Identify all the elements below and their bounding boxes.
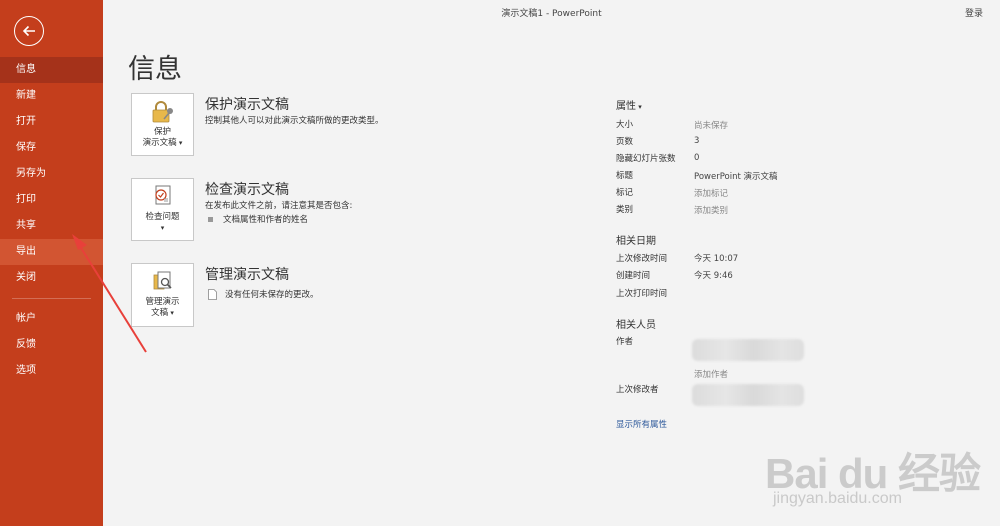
- prop-value-tags[interactable]: 添加标记: [694, 187, 728, 199]
- backstage-sidebar: 信息 新建 打开 保存 另存为 打印 共享 导出 关闭 帐户 反馈 选项: [0, 0, 103, 526]
- manage-button-line2: 文稿: [151, 308, 169, 318]
- prop-label-tags: 标记: [616, 188, 634, 198]
- add-author-link[interactable]: 添加作者: [694, 368, 728, 380]
- date-value-created: 今天 9:46: [694, 271, 733, 281]
- title-bar: 演示文稿1 - PowerPoint 登录: [103, 0, 1000, 24]
- manage-document-icon: [153, 271, 172, 290]
- prop-label-size: 大小: [616, 120, 634, 130]
- chevron-down-icon: ▾: [168, 309, 174, 317]
- date-label-printed: 上次打印时间: [616, 289, 668, 299]
- nav-item-export[interactable]: 导出: [0, 239, 103, 265]
- nav-item-new[interactable]: 新建: [0, 83, 103, 109]
- protect-presentation-button[interactable]: 保护 演示文稿 ▾: [131, 93, 194, 156]
- watermark-url: jingyan.baidu.com: [773, 490, 902, 507]
- chevron-down-icon: ▾: [160, 224, 165, 232]
- nav-item-save-as[interactable]: 另存为: [0, 161, 103, 187]
- nav-item-options[interactable]: 选项: [0, 358, 103, 384]
- window-title: 演示文稿1 - PowerPoint: [501, 9, 602, 19]
- manage-status: 没有任何未保存的更改。: [208, 288, 319, 300]
- author-avatar-blurred: [692, 339, 804, 361]
- protect-button-line2: 演示文稿: [142, 138, 177, 148]
- date-label-modified: 上次修改时间: [616, 254, 668, 264]
- nav-item-account[interactable]: 帐户: [0, 306, 103, 332]
- nav-item-feedback[interactable]: 反馈: [0, 332, 103, 358]
- inspect-document-icon: [154, 185, 170, 205]
- inspect-description: 在发布此文件之前，请注意其是否包含:: [205, 201, 353, 211]
- lock-key-icon: [152, 101, 173, 123]
- last-modified-by-blurred: [692, 384, 804, 406]
- date-value-modified: 今天 10:07: [694, 254, 739, 264]
- prop-value-slides: 3: [694, 136, 700, 146]
- prop-label-hidden-slides: 隐藏幻灯片张数: [616, 154, 676, 164]
- last-modified-by-label: 上次修改者: [616, 385, 659, 395]
- prop-value-size: 尚未保存: [694, 121, 729, 131]
- prop-value-category[interactable]: 添加类别: [694, 204, 728, 216]
- back-button[interactable]: [14, 16, 44, 46]
- nav-item-share[interactable]: 共享: [0, 213, 103, 239]
- nav-item-print[interactable]: 打印: [0, 187, 103, 213]
- prop-value-title[interactable]: PowerPoint 演示文稿: [694, 170, 778, 182]
- show-all-properties-link[interactable]: 显示所有属性: [616, 418, 667, 430]
- prop-label-category: 类别: [616, 205, 634, 215]
- bullet-icon: [208, 216, 213, 222]
- nav-item-close[interactable]: 关闭: [0, 265, 103, 291]
- protect-title: 保护演示文稿: [205, 97, 289, 113]
- protect-description: 控制其他人可以对此演示文稿所做的更改类型。: [205, 116, 384, 126]
- manage-description: 没有任何未保存的更改。: [225, 290, 319, 300]
- manage-presentation-button[interactable]: 管理演示 文稿 ▾: [131, 263, 194, 327]
- check-for-issues-button[interactable]: 检查问题 ▾: [131, 178, 194, 241]
- protect-button-line1: 保护: [153, 127, 171, 137]
- date-label-created: 创建时间: [616, 271, 651, 281]
- back-arrow-icon: [22, 25, 35, 37]
- manage-title: 管理演示文稿: [205, 267, 289, 283]
- document-icon: [208, 288, 217, 300]
- inspect-bullet: 文档属性和作者的姓名: [208, 213, 308, 225]
- author-label: 作者: [616, 337, 634, 347]
- inspect-bullet-text: 文档属性和作者的姓名: [223, 215, 309, 225]
- backstage-nav: 信息 新建 打开 保存 另存为 打印 共享 导出 关闭 帐户 反馈 选项: [0, 57, 103, 384]
- sign-in-link[interactable]: 登录: [965, 6, 983, 19]
- nav-item-save[interactable]: 保存: [0, 135, 103, 161]
- properties-heading[interactable]: 属性 ▾: [616, 97, 642, 112]
- prop-label-title: 标题: [616, 171, 634, 181]
- prop-label-slides: 页数: [616, 137, 634, 147]
- related-people-heading: 相关人员: [616, 320, 656, 331]
- chevron-down-icon: ▾: [176, 139, 183, 147]
- prop-value-hidden-slides: 0: [694, 153, 700, 163]
- related-dates-heading: 相关日期: [616, 236, 656, 247]
- inspect-title: 检查演示文稿: [205, 182, 289, 198]
- nav-divider: [12, 298, 91, 299]
- check-for-issues-label: 检查问题: [145, 212, 180, 222]
- nav-item-open[interactable]: 打开: [0, 109, 103, 135]
- manage-button-line1: 管理演示: [145, 297, 180, 307]
- nav-item-info[interactable]: 信息: [0, 57, 103, 83]
- baidu-jingyan-watermark: Bai du 经验 jingyan.baidu.com: [765, 422, 990, 520]
- page-title: 信息: [128, 54, 182, 85]
